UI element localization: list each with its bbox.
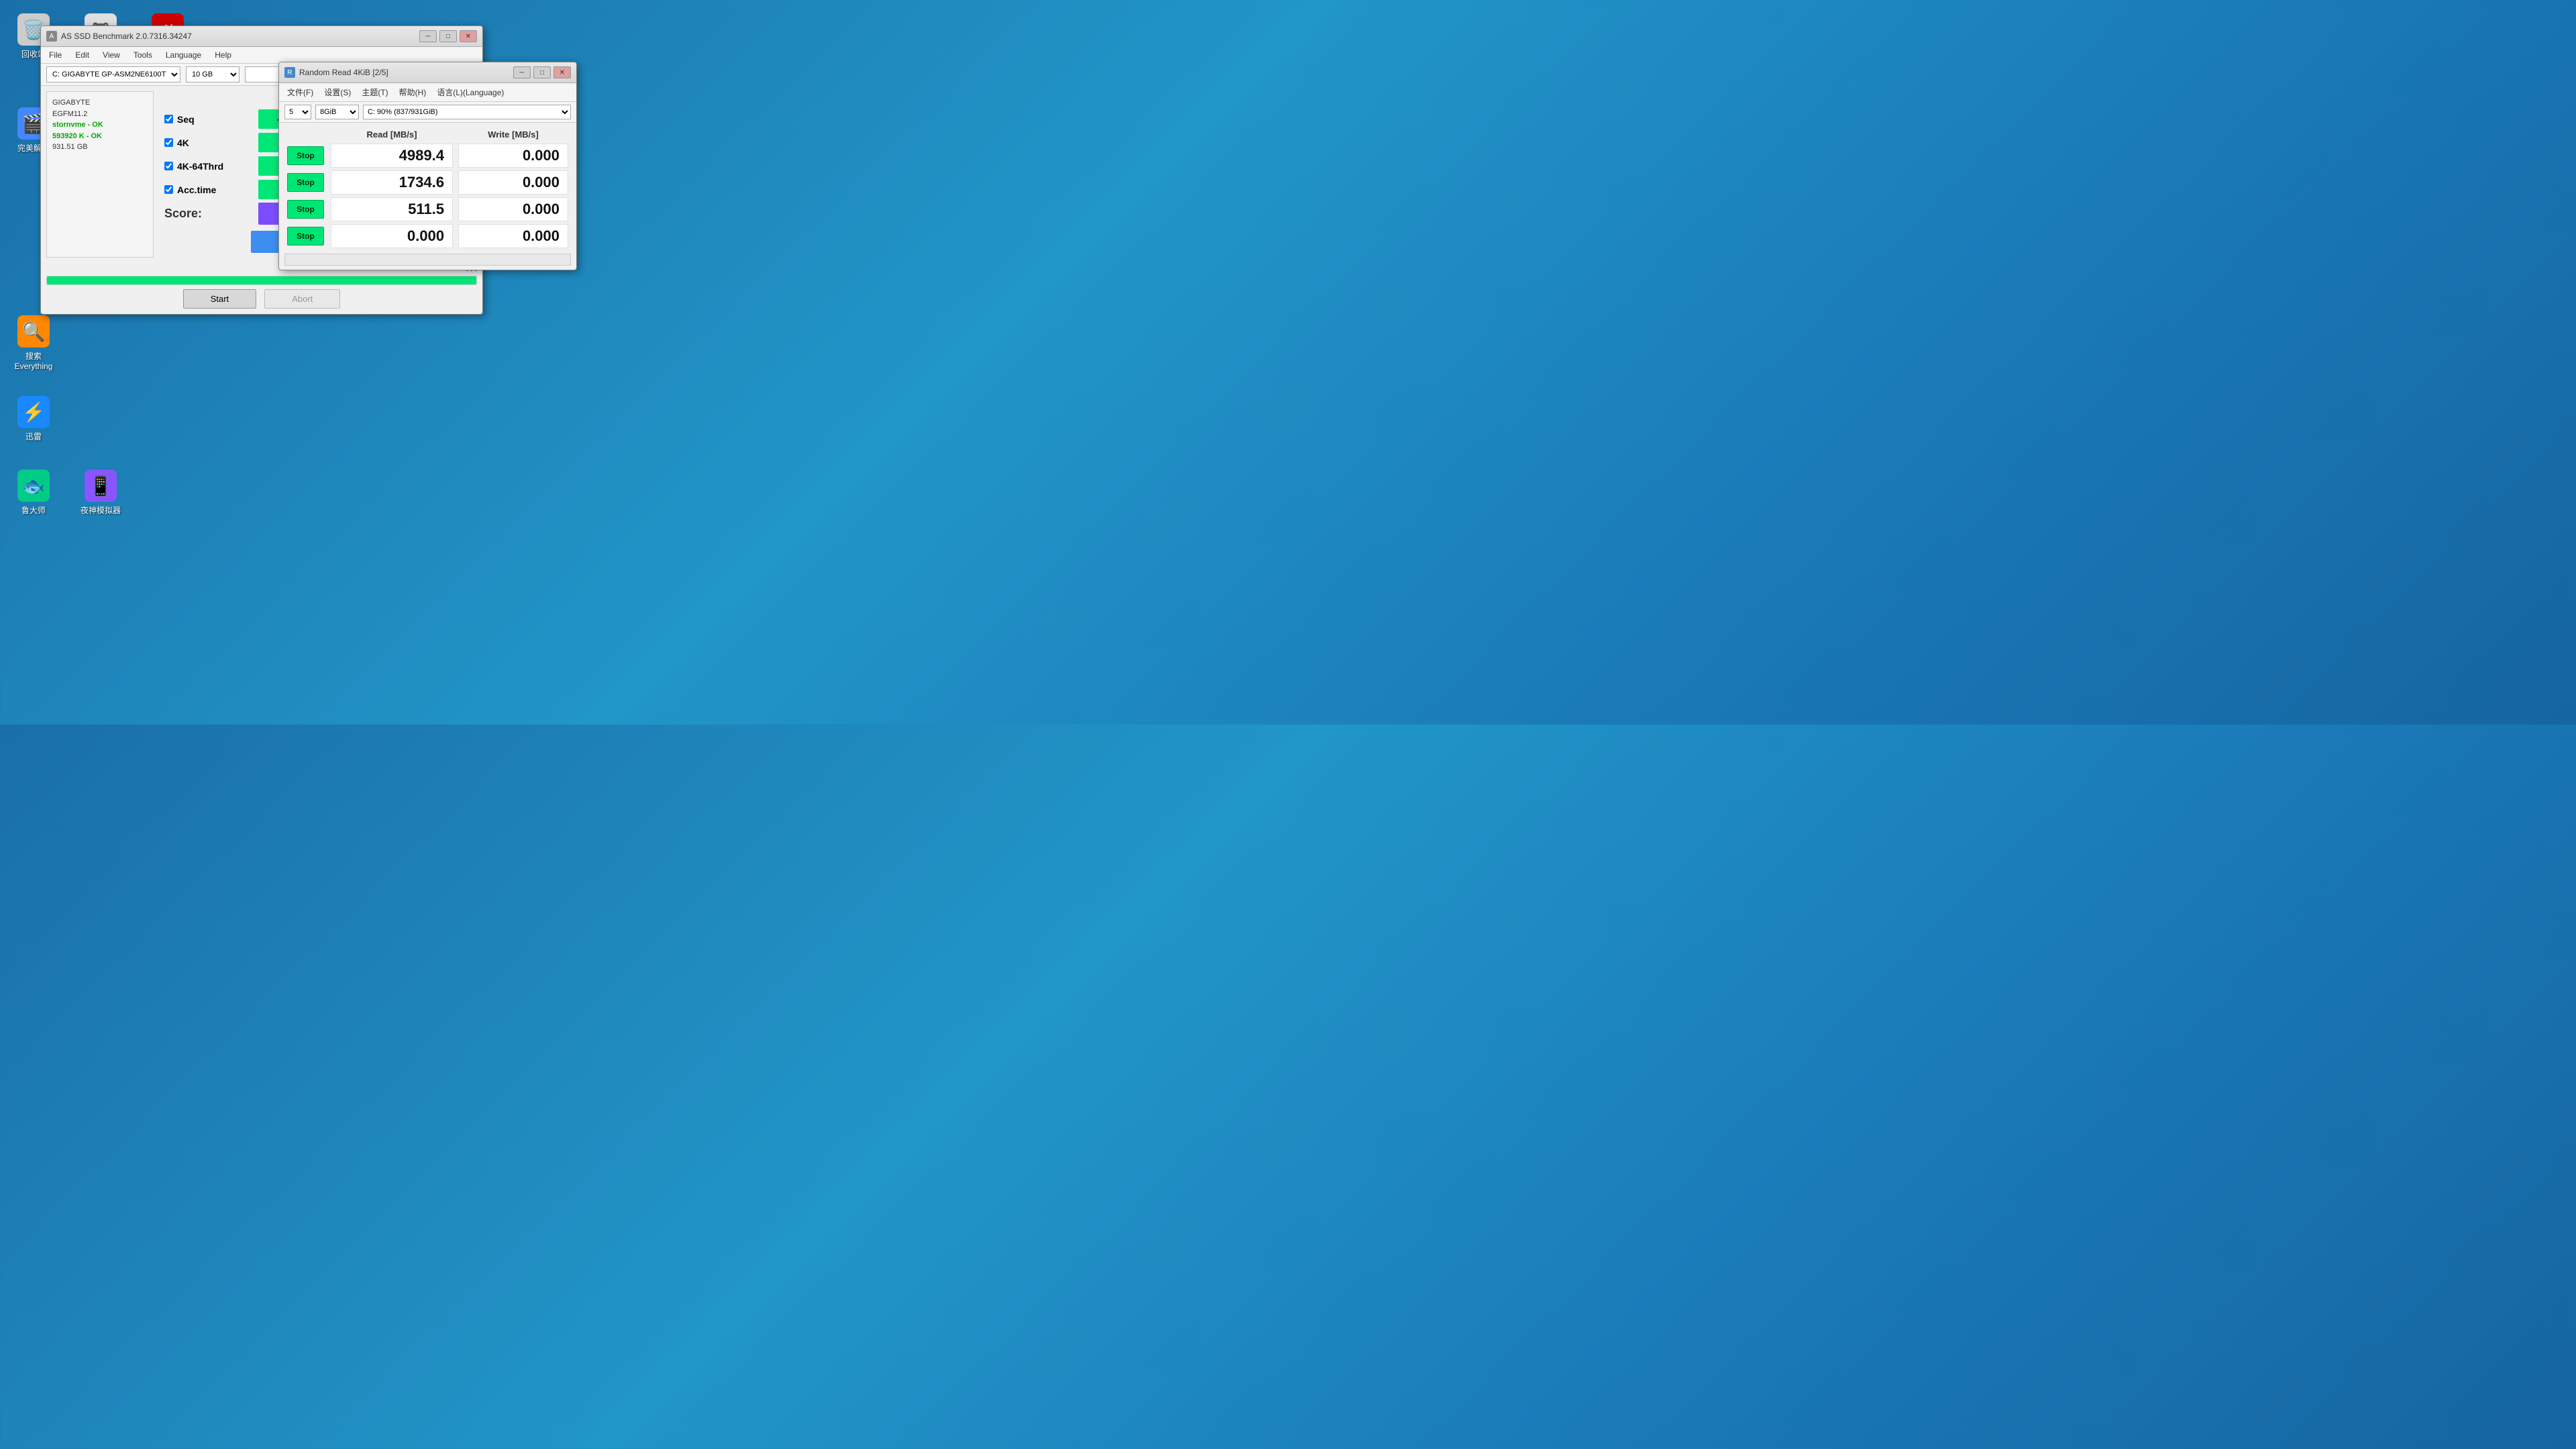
as-ssd-title: AS SSD Benchmark 2.0.7316.34247 <box>61 32 192 41</box>
rand-table-row: Stop 1734.6 0.000 <box>284 169 571 196</box>
rand-read-app-icon: R <box>284 67 295 78</box>
rand-table: Read [MB/s] Write [MB/s] Stop 4989.4 0.0… <box>284 127 571 250</box>
stop-button-3[interactable]: Stop <box>287 200 324 219</box>
ludashi-label: 鲁大师 <box>21 504 46 516</box>
as-ssd-close-button[interactable]: ✕ <box>460 30 477 42</box>
search-label: 搜索 Everything <box>7 350 60 371</box>
progress-bar-bg <box>46 276 477 285</box>
rand-row1-write: 0.000 <box>458 144 568 168</box>
rand-row2-read: 1734.6 <box>331 170 453 195</box>
stop-button-1[interactable]: Stop <box>287 146 324 165</box>
desktop-icon-ludashi[interactable]: 🐟 鲁大师 <box>7 470 60 516</box>
simulator-label: 夜神模拟器 <box>80 504 121 516</box>
desktop-icon-xunlei[interactable]: ⚡ 迅雷 <box>7 396 60 442</box>
4k64-checkbox[interactable] <box>164 162 173 170</box>
desktop-icon-search[interactable]: 🔍 搜索 Everything <box>7 315 60 371</box>
rand-read-header: Read [MB/s] <box>328 127 455 142</box>
as-ssd-app-icon: A <box>46 31 57 42</box>
rand-count-select[interactable]: 5 <box>284 105 311 119</box>
xunlei-icon: ⚡ <box>17 396 50 428</box>
rand-read-menu-bar: 文件(F) 设置(S) 主题(T) 帮助(H) 语言(L)(Language) <box>279 83 576 102</box>
desktop-icon-simulator[interactable]: 📱 夜神模拟器 <box>74 470 127 516</box>
rand-read-titlebar: R Random Read 4KiB [2/5] ─ □ ✕ <box>279 62 576 83</box>
menu-tools[interactable]: Tools <box>131 49 155 61</box>
rand-menu-settings[interactable]: 设置(S) <box>321 85 354 99</box>
as-ssd-titlebar: A AS SSD Benchmark 2.0.7316.34247 ─ □ ✕ <box>41 26 482 47</box>
rand-read-window-controls: ─ □ ✕ <box>513 66 571 78</box>
4k64-label: 4K-64Thrd <box>164 161 248 172</box>
drive-size-gb: 931.51 GB <box>52 142 148 153</box>
drive-driver: stornvme - OK <box>52 119 148 131</box>
btn-row: Start Abort <box>46 289 477 309</box>
rand-row4-read: 0.000 <box>331 224 453 248</box>
drive-select[interactable]: C: GIGABYTE GP-ASM2NE6100TTTD <box>46 66 180 83</box>
as-ssd-window-controls: ─ □ ✕ <box>419 30 477 42</box>
as-ssd-minimize-button[interactable]: ─ <box>419 30 437 42</box>
rand-table-row: Stop 4989.4 0.000 <box>284 142 571 169</box>
rand-row2-write: 0.000 <box>458 170 568 195</box>
size-select[interactable]: 10 GB <box>186 66 239 83</box>
as-ssd-maximize-button[interactable]: □ <box>439 30 457 42</box>
rand-size-select[interactable]: 8GiB <box>315 105 359 119</box>
rand-row3-write: 0.000 <box>458 197 568 221</box>
rand-read-window: R Random Read 4KiB [2/5] ─ □ ✕ 文件(F) 设置(… <box>278 62 577 270</box>
xunlei-label: 迅雷 <box>25 431 42 442</box>
rand-write-header: Write [MB/s] <box>455 127 571 142</box>
rand-menu-help[interactable]: 帮助(H) <box>396 85 429 99</box>
rand-table-row: Stop 511.5 0.000 <box>284 196 571 223</box>
as-ssd-title-area: A AS SSD Benchmark 2.0.7316.34247 <box>46 31 192 42</box>
acctime-checkbox[interactable] <box>164 185 173 194</box>
drive-firmware: EGFM11.2 <box>52 109 148 120</box>
rand-drive-select[interactable]: C: 90% (837/931GiB) <box>363 105 571 119</box>
rand-row4-write: 0.000 <box>458 224 568 248</box>
rand-menu-language[interactable]: 语言(L)(Language) <box>434 85 506 99</box>
rand-menu-theme[interactable]: 主题(T) <box>359 85 390 99</box>
menu-file[interactable]: File <box>46 49 64 61</box>
rand-read-maximize-button[interactable]: □ <box>533 66 551 78</box>
abort-button[interactable]: Abort <box>264 289 340 309</box>
rand-row3-read: 511.5 <box>331 197 453 221</box>
rand-progress-bg <box>284 254 571 266</box>
menu-view[interactable]: View <box>100 49 123 61</box>
drive-model: GIGABYTE <box>52 97 148 109</box>
menu-edit[interactable]: Edit <box>72 49 92 61</box>
drive-info-panel: GIGABYTE EGFM11.2 stornvme - OK 593920 K… <box>46 91 154 258</box>
progress-bar-fill <box>47 276 476 284</box>
4k-label: 4K <box>164 138 248 148</box>
rand-read-close-button[interactable]: ✕ <box>553 66 571 78</box>
seq-label: Seq <box>164 114 248 125</box>
stop-button-4[interactable]: Stop <box>287 227 324 246</box>
rand-read-content: Read [MB/s] Write [MB/s] Stop 4989.4 0.0… <box>279 123 576 270</box>
simulator-icon: 📱 <box>85 470 117 502</box>
stop-button-2[interactable]: Stop <box>287 173 324 192</box>
rand-menu-file[interactable]: 文件(F) <box>284 85 316 99</box>
acctime-label: Acc.time <box>164 184 248 195</box>
seq-checkbox[interactable] <box>164 115 173 123</box>
rand-table-row: Stop 0.000 0.000 <box>284 223 571 250</box>
drive-size-k: 593920 K - OK <box>52 131 148 142</box>
4k-checkbox[interactable] <box>164 138 173 147</box>
search-icon: 🔍 <box>17 315 50 347</box>
menu-language[interactable]: Language <box>163 49 204 61</box>
rand-read-toolbar: 5 8GiB C: 90% (837/931GiB) <box>279 102 576 123</box>
rand-row1-read: 4989.4 <box>331 144 453 168</box>
rand-read-minimize-button[interactable]: ─ <box>513 66 531 78</box>
score-label: Score: <box>164 207 202 220</box>
rand-read-title-area: R Random Read 4KiB [2/5] <box>284 67 388 78</box>
rand-read-title: Random Read 4KiB [2/5] <box>299 68 388 77</box>
menu-help[interactable]: Help <box>212 49 234 61</box>
start-button[interactable]: Start <box>183 289 256 309</box>
ludashi-icon: 🐟 <box>17 470 50 502</box>
